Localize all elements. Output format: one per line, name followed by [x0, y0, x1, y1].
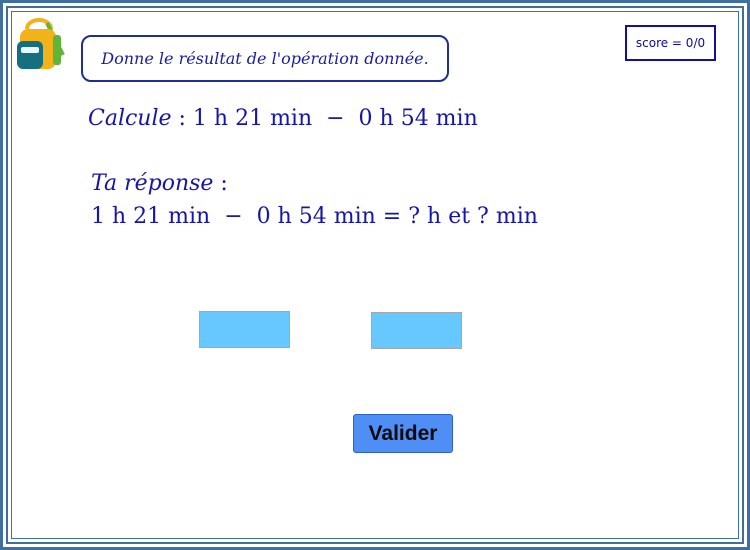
- school-backpack-icon: [17, 15, 65, 71]
- answer-equation: 1 h 21 min − 0 h 54 min = ? h et ? min: [91, 204, 538, 229]
- inner-frame: [11, 11, 739, 539]
- instruction-text: Donne le résultat de l'opération donnée.: [101, 49, 429, 68]
- score-box: score = 0/0: [625, 25, 716, 61]
- validate-button-label: Valider: [368, 421, 438, 445]
- validate-button[interactable]: Valider: [353, 414, 453, 453]
- question-line: Calcule : 1 h 21 min − 0 h 54 min: [88, 106, 478, 131]
- answer-label-word: Ta réponse: [91, 171, 214, 196]
- answer-label: Ta réponse :: [91, 171, 228, 196]
- question-expression: : 1 h 21 min − 0 h 54 min: [171, 106, 478, 131]
- minutes-input[interactable]: [371, 312, 462, 349]
- instruction-box: Donne le résultat de l'opération donnée.: [81, 35, 449, 82]
- question-calc-word: Calcule: [88, 106, 172, 131]
- score-text: score = 0/0: [635, 36, 706, 50]
- answer-label-colon: :: [213, 171, 228, 196]
- hours-input[interactable]: [199, 311, 290, 348]
